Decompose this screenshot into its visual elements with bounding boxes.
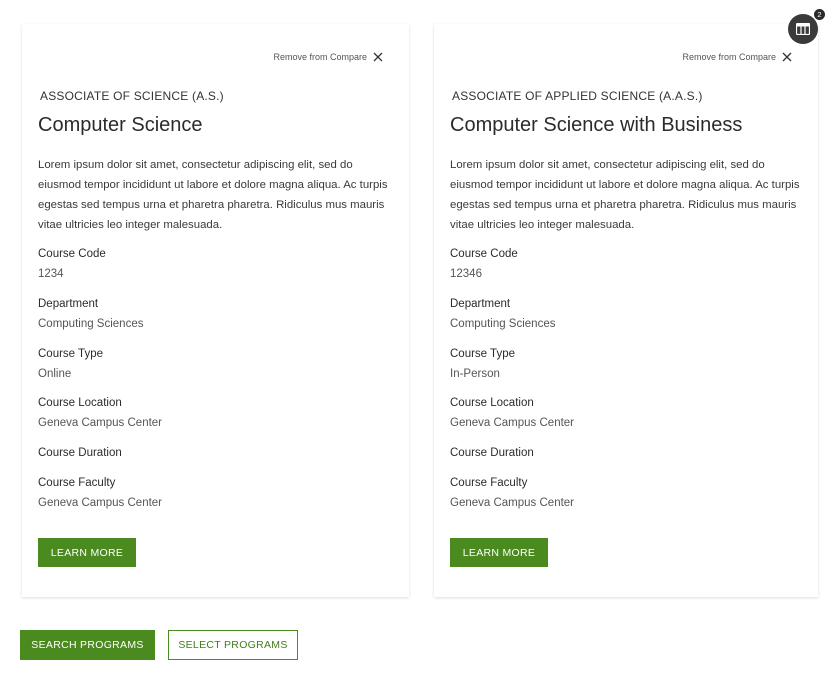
field-course-code: Course Code 12346 bbox=[450, 246, 518, 282]
field-department: Department Computing Sciences bbox=[38, 296, 143, 332]
close-icon[interactable] bbox=[782, 52, 792, 62]
field-course-location: Course Location Geneva Campus Center bbox=[450, 395, 574, 431]
remove-from-compare-link[interactable]: Remove from Compare bbox=[682, 52, 792, 62]
field-value: 12346 bbox=[450, 268, 482, 280]
remove-label: Remove from Compare bbox=[273, 52, 367, 62]
field-label: Course Duration bbox=[38, 447, 122, 459]
program-card: Remove from Compare ASSOCIATE OF APPLIED… bbox=[434, 24, 818, 597]
field-label: Course Location bbox=[450, 397, 534, 409]
field-label: Course Faculty bbox=[450, 477, 528, 489]
field-label: Course Type bbox=[38, 348, 103, 360]
field-label: Department bbox=[38, 298, 99, 310]
field-label: Course Location bbox=[38, 397, 122, 409]
program-description: Lorem ipsum dolor sit amet, consectetur … bbox=[450, 159, 800, 231]
field-label: Course Code bbox=[38, 248, 106, 260]
field-value: Computing Sciences bbox=[450, 318, 556, 330]
field-course-duration: Course Duration bbox=[38, 445, 122, 461]
field-value: 1234 bbox=[38, 268, 64, 280]
field-value: Online bbox=[38, 368, 72, 380]
field-course-faculty: Course Faculty Geneva Campus Center bbox=[38, 475, 162, 511]
field-value: Geneva Campus Center bbox=[450, 417, 575, 429]
compare-count-badge: 2 bbox=[813, 8, 826, 21]
field-label: Course Duration bbox=[450, 447, 534, 459]
compare-page: Remove from Compare ASSOCIATE OF SCIENCE… bbox=[0, 0, 834, 680]
field-course-code: Course Code 1234 bbox=[38, 246, 106, 282]
field-value: In-Person bbox=[450, 368, 500, 380]
field-course-duration: Course Duration bbox=[450, 445, 534, 461]
table-icon bbox=[796, 23, 810, 35]
field-course-type: Course Type In-Person bbox=[450, 346, 515, 382]
field-course-type: Course Type Online bbox=[38, 346, 103, 382]
degree-type: ASSOCIATE OF SCIENCE (A.S.) bbox=[40, 89, 224, 103]
learn-more-button[interactable]: LEARN MORE bbox=[38, 538, 136, 567]
remove-from-compare-link[interactable]: Remove from Compare bbox=[273, 52, 383, 62]
program-card: Remove from Compare ASSOCIATE OF SCIENCE… bbox=[22, 24, 409, 597]
program-title: Computer Science with Business bbox=[450, 114, 743, 136]
close-icon[interactable] bbox=[373, 52, 383, 62]
field-course-location: Course Location Geneva Campus Center bbox=[38, 395, 162, 431]
field-label: Course Type bbox=[450, 348, 515, 360]
remove-label: Remove from Compare bbox=[682, 52, 776, 62]
field-value: Geneva Campus Center bbox=[450, 497, 575, 509]
field-value: Geneva Campus Center bbox=[38, 417, 163, 429]
field-value: Computing Sciences bbox=[38, 318, 144, 330]
field-course-faculty: Course Faculty Geneva Campus Center bbox=[450, 475, 574, 511]
field-label: Department bbox=[450, 298, 511, 310]
program-title: Computer Science bbox=[38, 114, 203, 136]
field-value: Geneva Campus Center bbox=[38, 497, 163, 509]
field-label: Course Code bbox=[450, 248, 518, 260]
program-description: Lorem ipsum dolor sit amet, consectetur … bbox=[38, 159, 388, 231]
search-programs-button[interactable]: SEARCH PROGRAMS bbox=[20, 630, 155, 660]
field-label: Course Faculty bbox=[38, 477, 116, 489]
degree-type: ASSOCIATE OF APPLIED SCIENCE (A.A.S.) bbox=[452, 89, 703, 103]
field-department: Department Computing Sciences bbox=[450, 296, 555, 332]
select-programs-button[interactable]: SELECT PROGRAMS bbox=[168, 630, 298, 660]
learn-more-button[interactable]: LEARN MORE bbox=[450, 538, 548, 567]
